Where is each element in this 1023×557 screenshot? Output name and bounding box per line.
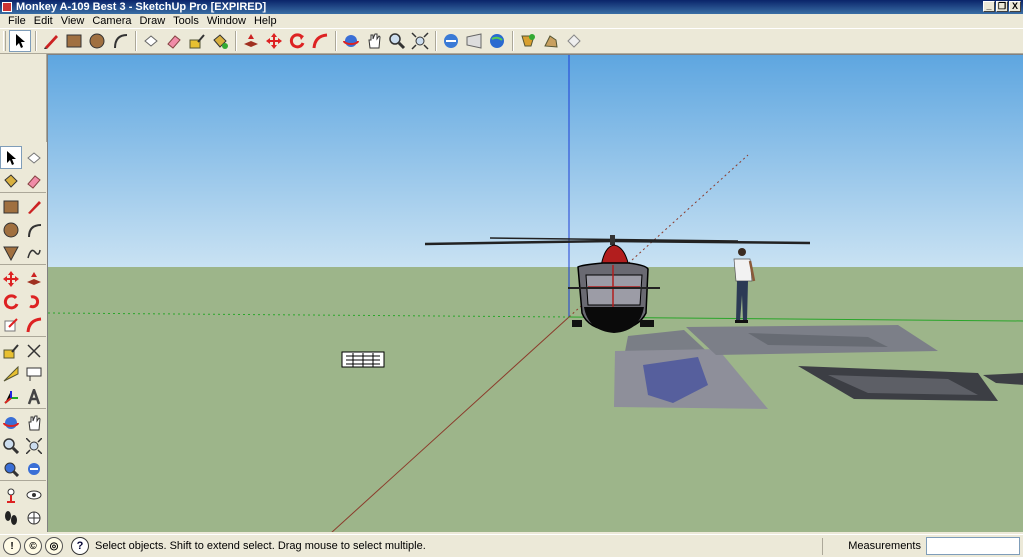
landing-gear-right bbox=[640, 320, 654, 327]
google-earth-icon[interactable] bbox=[486, 30, 508, 52]
paint-bucket-icon[interactable] bbox=[209, 30, 231, 52]
freehand-icon[interactable] bbox=[23, 241, 45, 264]
status-bar: ! © ◎ ? Select objects. Shift to extend … bbox=[0, 534, 1023, 557]
move-icon[interactable] bbox=[263, 30, 285, 52]
zoom-extents-icon[interactable] bbox=[409, 30, 431, 52]
share-model-icon[interactable] bbox=[463, 30, 485, 52]
toolbar-separator bbox=[335, 31, 337, 51]
push-pull-icon[interactable] bbox=[240, 30, 262, 52]
text-icon[interactable] bbox=[23, 362, 45, 385]
person-shoes bbox=[735, 320, 748, 323]
left-tools-grid bbox=[0, 146, 47, 529]
toolbar-separator bbox=[135, 31, 137, 51]
menu-draw[interactable]: Draw bbox=[135, 14, 169, 28]
menu-camera[interactable]: Camera bbox=[88, 14, 135, 28]
circle-icon[interactable] bbox=[86, 30, 108, 52]
zoom-icon[interactable] bbox=[386, 30, 408, 52]
app-icon bbox=[2, 2, 12, 12]
pan-icon[interactable] bbox=[363, 30, 385, 52]
follow-me-icon[interactable] bbox=[309, 30, 331, 52]
close-button[interactable]: X bbox=[1009, 1, 1021, 12]
eraser-icon[interactable] bbox=[23, 169, 45, 192]
toolbar-separator bbox=[435, 31, 437, 51]
credits-icon[interactable]: © bbox=[24, 537, 42, 555]
place-model-icon[interactable] bbox=[563, 30, 585, 52]
look-around-icon[interactable] bbox=[23, 483, 45, 506]
tape-measure-icon[interactable] bbox=[0, 339, 22, 362]
sketchup-window: Monkey A-109 Best 3 - SketchUp Pro [EXPI… bbox=[0, 0, 1023, 557]
toolbar-separator bbox=[512, 31, 514, 51]
measurements-label: Measurements bbox=[822, 538, 925, 555]
menu-bar: File Edit View Camera Draw Tools Window … bbox=[0, 14, 1023, 28]
protractor-icon[interactable] bbox=[0, 362, 22, 385]
pencil-line-icon[interactable] bbox=[23, 195, 45, 218]
arc-icon[interactable] bbox=[23, 218, 45, 241]
paint-bucket-icon[interactable] bbox=[0, 169, 22, 192]
large-tool-set bbox=[0, 54, 47, 532]
menu-window[interactable]: Window bbox=[203, 14, 250, 28]
menu-edit[interactable]: Edit bbox=[30, 14, 57, 28]
rectangle-icon[interactable] bbox=[63, 30, 85, 52]
select-icon[interactable] bbox=[0, 146, 22, 169]
move-icon[interactable] bbox=[0, 267, 22, 290]
geo-location-icon[interactable]: ! bbox=[3, 537, 21, 555]
left-toolbar-blank bbox=[0, 54, 47, 142]
rotate-icon[interactable] bbox=[0, 290, 22, 313]
axes-icon[interactable] bbox=[0, 385, 22, 408]
helicopter-windshield bbox=[585, 274, 643, 306]
position-camera-icon[interactable] bbox=[0, 483, 22, 506]
landing-gear-left bbox=[572, 320, 582, 327]
measurements-input[interactable] bbox=[926, 537, 1020, 555]
offset-icon[interactable] bbox=[23, 313, 45, 336]
section-plane-icon[interactable] bbox=[23, 506, 45, 529]
arc-icon[interactable] bbox=[109, 30, 131, 52]
make-component-icon[interactable] bbox=[23, 146, 45, 169]
scene-canvas[interactable] bbox=[48, 55, 1023, 532]
rotor-hub bbox=[610, 235, 615, 245]
toolbar-separator bbox=[35, 31, 37, 51]
scale-icon[interactable] bbox=[0, 313, 22, 336]
rotate-icon[interactable] bbox=[286, 30, 308, 52]
zoom-extents-icon[interactable] bbox=[0, 457, 22, 480]
zoom-window-icon[interactable] bbox=[23, 434, 45, 457]
3d-text-icon[interactable] bbox=[23, 385, 45, 408]
person-head bbox=[738, 248, 746, 256]
help-icon[interactable]: ? bbox=[71, 537, 89, 555]
ground-plane bbox=[48, 267, 1023, 532]
toggle-terrain-icon[interactable] bbox=[540, 30, 562, 52]
select-tool-icon[interactable] bbox=[9, 30, 31, 52]
sky bbox=[48, 55, 1023, 267]
toolbar-separator bbox=[235, 31, 237, 51]
modeling-viewport[interactable] bbox=[47, 54, 1023, 532]
minimize-button[interactable]: _ bbox=[983, 1, 995, 12]
dimension-icon[interactable] bbox=[23, 339, 45, 362]
circle-icon[interactable] bbox=[0, 218, 22, 241]
menu-tools[interactable]: Tools bbox=[169, 14, 203, 28]
menu-view[interactable]: View bbox=[57, 14, 89, 28]
tape-measure-icon[interactable] bbox=[186, 30, 208, 52]
orbit-icon[interactable] bbox=[340, 30, 362, 52]
walk-icon[interactable] bbox=[0, 506, 22, 529]
restore-button[interactable]: ❐ bbox=[996, 1, 1008, 12]
pencil-line-icon[interactable] bbox=[40, 30, 62, 52]
make-component-icon[interactable] bbox=[140, 30, 162, 52]
polygon-icon[interactable] bbox=[0, 241, 22, 264]
title-bar: Monkey A-109 Best 3 - SketchUp Pro [EXPI… bbox=[0, 0, 1023, 14]
window-title: Monkey A-109 Best 3 - SketchUp Pro [EXPI… bbox=[16, 1, 267, 13]
get-models-icon[interactable] bbox=[440, 30, 462, 52]
toolbar-grip[interactable] bbox=[3, 31, 6, 51]
push-pull-icon[interactable] bbox=[23, 267, 45, 290]
menu-file[interactable]: File bbox=[4, 14, 30, 28]
orbit-icon[interactable] bbox=[0, 411, 22, 434]
zoom-icon[interactable] bbox=[0, 434, 22, 457]
main-toolbar bbox=[0, 28, 1023, 54]
previous-view-icon[interactable] bbox=[23, 457, 45, 480]
eraser-icon[interactable] bbox=[163, 30, 185, 52]
get-current-view-icon[interactable] bbox=[517, 30, 539, 52]
user-icon[interactable]: ◎ bbox=[45, 537, 63, 555]
pan-icon[interactable] bbox=[23, 411, 45, 434]
menu-help[interactable]: Help bbox=[250, 14, 281, 28]
rectangle-icon[interactable] bbox=[0, 195, 22, 218]
follow-me-icon[interactable] bbox=[23, 290, 45, 313]
